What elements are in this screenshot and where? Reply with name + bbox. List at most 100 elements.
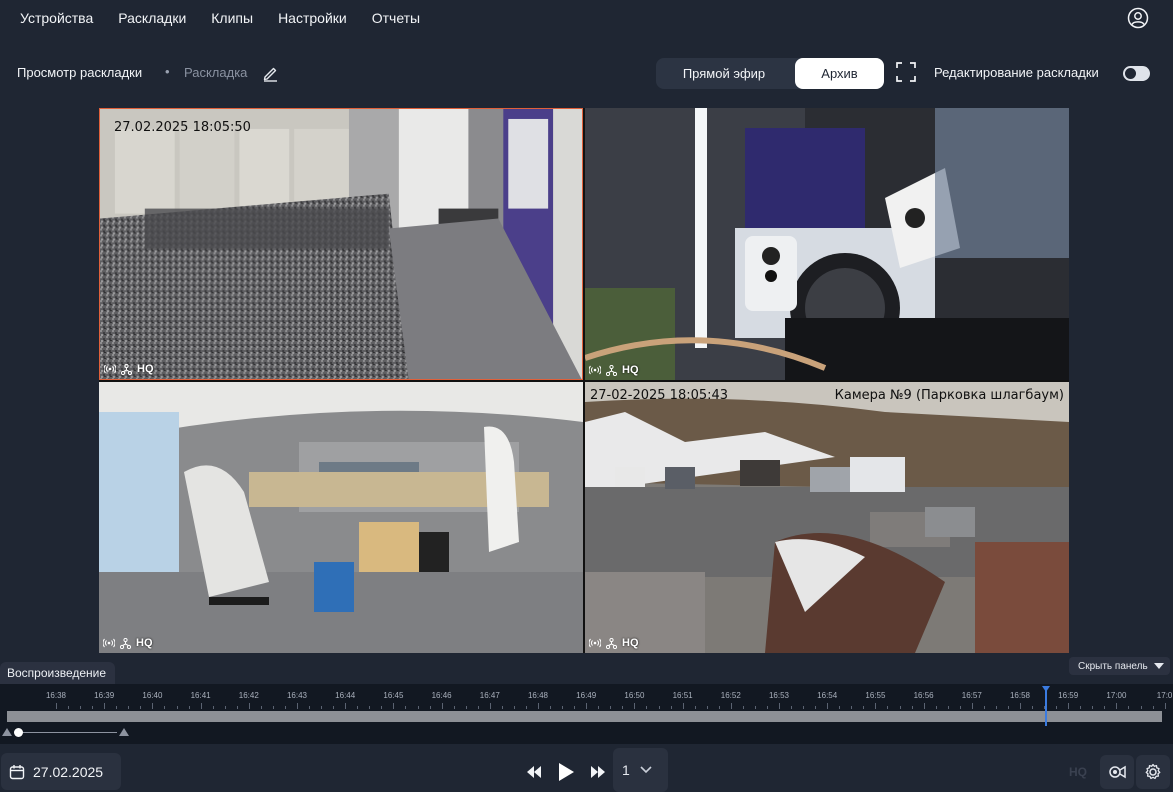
- mode-switch: Прямой эфир Архив: [656, 58, 884, 89]
- network-icon: [606, 364, 617, 376]
- timeline-tick-label: 16:48: [527, 691, 549, 700]
- timeline-tick-mark: [357, 706, 359, 709]
- playback-speed-select[interactable]: 1: [613, 748, 668, 792]
- timeline-tick-label: 16:41: [190, 691, 211, 700]
- network-icon: [120, 637, 131, 649]
- timeline-tick-mark: [417, 706, 419, 709]
- timeline-tick-mark: [80, 706, 82, 709]
- quality-label: HQ: [136, 637, 153, 649]
- timeline-tick-label: 17:0: [1156, 691, 1173, 700]
- stream-status: HQ: [104, 363, 154, 375]
- timeline-tick-mark: [899, 706, 901, 709]
- nav-item-settings[interactable]: Настройки: [278, 10, 347, 26]
- edit-layout-label: Редактирование раскладки: [934, 65, 1099, 80]
- zoom-in-icon[interactable]: [119, 728, 129, 736]
- timeline-tick-label: 16:49: [576, 691, 597, 700]
- nav-item-clips[interactable]: Клипы: [211, 10, 253, 26]
- timeline-tick-mark: [839, 706, 841, 709]
- calendar-icon: [9, 764, 25, 779]
- stream-status: HQ: [589, 637, 639, 649]
- timeline-tick-mark: [152, 703, 154, 709]
- timeline-tick-mark: [381, 706, 383, 709]
- timeline-tick-mark: [947, 706, 949, 709]
- play-icon[interactable]: [557, 762, 575, 782]
- timeline-tick-label: 16:39: [94, 691, 115, 700]
- timeline[interactable]: 16:38 16:39 16:40 16:41 16:42 16:43 16:44 16:45…: [0, 684, 1173, 744]
- zoom-out-icon[interactable]: [2, 728, 12, 736]
- playback-speed-value: 1: [622, 762, 630, 778]
- camera-tile-4[interactable]: 27-02-2025 18:05:43 Камера №9 (Парковка …: [585, 382, 1069, 653]
- pencil-icon[interactable]: [262, 65, 279, 82]
- timeline-tick-mark: [863, 706, 865, 709]
- date-picker[interactable]: 27.02.2025: [1, 753, 121, 790]
- timeline-tick-label: 16:45: [383, 691, 404, 700]
- timeline-tick-mark: [128, 706, 130, 709]
- quality-label: HQ: [137, 363, 154, 375]
- camera-tile-2[interactable]: HQ: [585, 108, 1069, 380]
- motion-search-button[interactable]: [1100, 755, 1134, 789]
- timeline-tick-mark: [429, 706, 431, 709]
- timeline-tick-mark: [610, 706, 612, 709]
- rewind-icon[interactable]: [526, 765, 542, 779]
- timeline-tick-mark: [1080, 706, 1082, 709]
- timeline-tick-mark: [766, 706, 768, 709]
- timeline-tick-mark: [477, 706, 479, 709]
- edit-layout-toggle[interactable]: [1123, 66, 1150, 81]
- timeline-tick-label: 16:54: [817, 691, 838, 700]
- zoom-slider-track[interactable]: [17, 732, 117, 733]
- breadcrumb-separator: •: [165, 64, 170, 79]
- nav-item-reports[interactable]: Отчеты: [372, 10, 420, 26]
- fullscreen-icon[interactable]: [896, 62, 916, 82]
- timeline-tick-label: 16:46: [431, 691, 452, 700]
- timeline-tick-mark: [1020, 703, 1021, 709]
- timeline-tick-mark: [1140, 706, 1142, 709]
- timeline-tick-mark: [212, 706, 214, 709]
- playback-settings-button[interactable]: [1136, 755, 1170, 789]
- timeline-tick-mark: [1056, 706, 1058, 709]
- hide-panel-button[interactable]: Скрыть панель: [1069, 657, 1170, 675]
- timeline-tick-label: 16:47: [479, 691, 500, 700]
- timeline-tick-mark: [68, 706, 70, 709]
- timeline-cursor[interactable]: [1045, 686, 1047, 726]
- timeline-tick-mark: [369, 706, 371, 709]
- broadcast-icon: [103, 638, 115, 648]
- timeline-tick-mark: [550, 706, 552, 709]
- timeline-tick-mark: [742, 706, 744, 709]
- fast-forward-icon[interactable]: [590, 765, 606, 779]
- stream-status: HQ: [589, 364, 639, 376]
- zoom-slider-handle[interactable]: [14, 728, 23, 737]
- timeline-tick-mark: [345, 703, 347, 709]
- layout-toolbar: Просмотр раскладки • Раскладка Прямой эф…: [0, 56, 1173, 90]
- tab-playback[interactable]: Воспроизведение: [0, 662, 115, 684]
- archive-mode-button[interactable]: Архив: [795, 58, 884, 89]
- timeline-tick-mark: [670, 706, 672, 709]
- timeline-tick-mark: [284, 706, 286, 709]
- camera-tile-1[interactable]: 27.02.2025 18:05:50 HQ: [99, 108, 583, 380]
- timeline-tick-mark: [260, 706, 262, 709]
- toggle-knob: [1125, 68, 1136, 79]
- timeline-cursor-handle[interactable]: [1042, 686, 1050, 692]
- hq-toggle[interactable]: HQ: [1069, 765, 1087, 779]
- chevron-down-icon: [1153, 663, 1164, 669]
- timeline-tick-mark: [586, 703, 588, 709]
- timeline-tick-mark: [827, 703, 829, 709]
- user-circle-icon[interactable]: [1127, 7, 1149, 29]
- timeline-tick-mark: [682, 703, 684, 709]
- timeline-tick-label: 16:51: [672, 691, 693, 700]
- timeline-tick-mark: [1007, 706, 1009, 709]
- timeline-tick-label: 16:53: [768, 691, 790, 700]
- timeline-tick-mark: [465, 706, 467, 709]
- camera-tile-3[interactable]: HQ: [99, 382, 583, 653]
- timeline-tick-mark: [272, 706, 274, 709]
- timeline-tick-mark: [525, 706, 527, 709]
- quality-label: HQ: [622, 364, 639, 376]
- timeline-tick-mark: [393, 703, 395, 709]
- timeline-tick-mark: [935, 706, 937, 709]
- nav-item-layouts[interactable]: Раскладки: [118, 10, 186, 26]
- live-mode-button[interactable]: Прямой эфир: [656, 58, 792, 89]
- timeline-track[interactable]: [7, 711, 1162, 722]
- nav-item-devices[interactable]: Устройства: [20, 10, 93, 26]
- timeline-tick-label: 16:40: [142, 691, 163, 700]
- timeline-tick-mark: [1032, 706, 1034, 709]
- camera-grid: 27.02.2025 18:05:50 HQ HQ HQ 27-02-2025 …: [99, 108, 1069, 653]
